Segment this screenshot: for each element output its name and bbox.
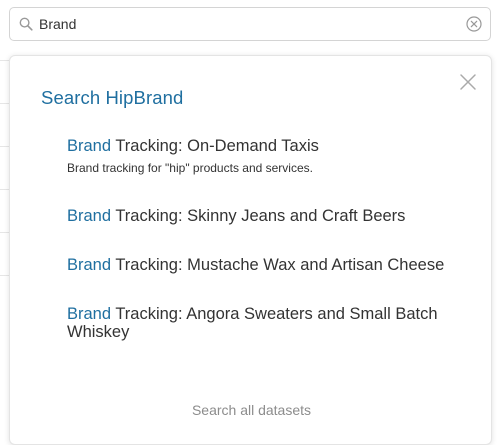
- search-all-datasets-link[interactable]: Search all datasets: [10, 402, 493, 418]
- result-highlight: Brand: [67, 137, 112, 155]
- result-item[interactable]: Brand Tracking: On-Demand Taxis Brand tr…: [67, 137, 477, 175]
- result-title-rest: Tracking: Angora Sweaters and Small Batc…: [67, 305, 438, 341]
- result-title-rest: Tracking: Skinny Jeans and Craft Beers: [111, 207, 406, 225]
- search-input[interactable]: [39, 13, 459, 35]
- result-title: Brand Tracking: Mustache Wax and Artisan…: [67, 256, 477, 274]
- result-highlight: Brand: [67, 305, 112, 323]
- search-bar: [9, 7, 491, 41]
- result-item[interactable]: Brand Tracking: Skinny Jeans and Craft B…: [67, 207, 477, 225]
- panel-title: Search HipBrand: [41, 87, 184, 108]
- result-item[interactable]: Brand Tracking: Mustache Wax and Artisan…: [67, 256, 477, 274]
- result-title: Brand Tracking: Angora Sweaters and Smal…: [67, 305, 477, 341]
- result-item[interactable]: Brand Tracking: Angora Sweaters and Smal…: [67, 305, 477, 341]
- result-highlight: Brand: [67, 207, 112, 225]
- result-title: Brand Tracking: On-Demand Taxis: [67, 137, 477, 155]
- result-title: Brand Tracking: Skinny Jeans and Craft B…: [67, 207, 477, 225]
- search-icon: [19, 17, 33, 31]
- result-highlight: Brand: [67, 256, 112, 274]
- close-icon[interactable]: [459, 73, 477, 91]
- search-results-panel: Search HipBrand Brand Tracking: On-Deman…: [9, 55, 492, 445]
- result-title-rest: Tracking: Mustache Wax and Artisan Chees…: [111, 256, 445, 274]
- clear-icon[interactable]: [466, 16, 482, 32]
- result-title-rest: Tracking: On-Demand Taxis: [111, 137, 319, 155]
- result-description: Brand tracking for "hip" products and se…: [67, 161, 313, 175]
